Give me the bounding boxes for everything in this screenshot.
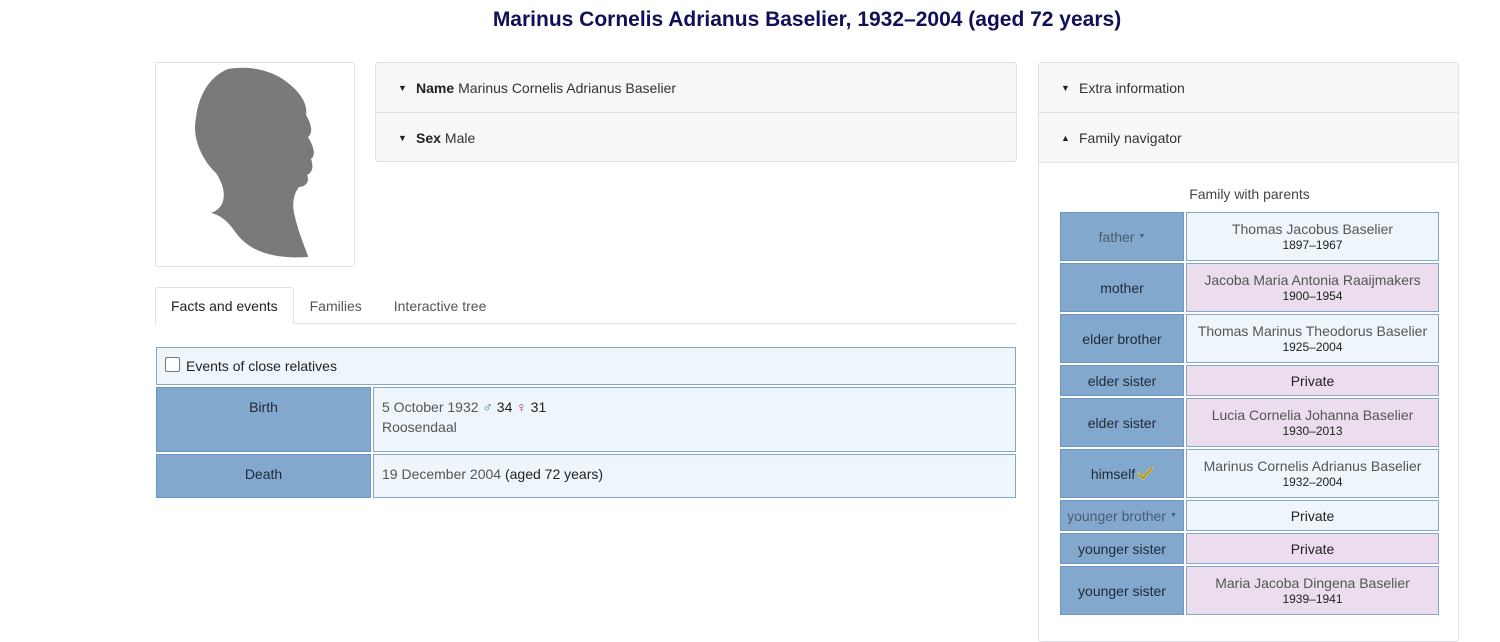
- summary-accordion: ▼ Name Marinus Cornelis Adrianus Baselie…: [375, 62, 1017, 162]
- name-value: Marinus Cornelis Adrianus Baselier: [458, 79, 677, 96]
- person-name[interactable]: Thomas Jacobus Baselier: [1232, 221, 1393, 237]
- death-age: (aged 72 years): [504, 466, 604, 482]
- birth-label: Birth: [156, 387, 371, 452]
- mother-age: 31: [530, 399, 547, 415]
- person-dates: 1897–1967: [1282, 238, 1343, 252]
- person-name[interactable]: Lucia Cornelia Johanna Baselier: [1212, 407, 1414, 423]
- role-mother: mother: [1060, 263, 1184, 312]
- person-card: Private: [1186, 533, 1439, 564]
- page-title: Marinus Cornelis Adrianus Baselier, 1932…: [492, 8, 1122, 31]
- female-icon: ♀: [516, 399, 527, 415]
- caret-down-icon: ▼: [398, 82, 407, 93]
- family-member-row: elder sister Private: [1060, 365, 1439, 396]
- name-row[interactable]: ▼ Name Marinus Cornelis Adrianus Baselie…: [376, 63, 1016, 113]
- close-relatives-label[interactable]: Events of close relatives: [186, 358, 337, 374]
- death-date[interactable]: 19 December 2004: [382, 466, 501, 482]
- family-navigator-label: Family navigator: [1079, 129, 1182, 146]
- individual-image[interactable]: [155, 62, 355, 267]
- person-card[interactable]: Marinus Cornelis Adrianus Baselier 1932–2…: [1186, 449, 1439, 498]
- checkmark-icon: [1138, 467, 1154, 480]
- sex-row[interactable]: ▼ Sex Male: [376, 113, 1016, 163]
- tab-bar: Facts and events Families Interactive tr…: [155, 287, 1017, 324]
- close-relatives-checkbox[interactable]: [165, 356, 180, 372]
- person-name[interactable]: Thomas Marinus Theodorus Baselier: [1198, 323, 1427, 339]
- person-name[interactable]: Maria Jacoba Dingena Baselier: [1215, 575, 1410, 591]
- person-name: Private: [1290, 540, 1335, 557]
- death-value: 19 December 2004 (aged 72 years): [373, 454, 1016, 498]
- death-label: Death: [156, 454, 371, 498]
- sidebar-panel: ▼ Extra information ▲ Family navigator F…: [1038, 62, 1459, 642]
- person-dates: 1900–1954: [1282, 289, 1343, 303]
- birth-place[interactable]: Roosendaal: [382, 419, 457, 435]
- person-name[interactable]: Marinus Cornelis Adrianus Baselier: [1204, 458, 1422, 474]
- caret-down-icon: ▼: [1061, 82, 1070, 93]
- family-member-row: younger brother ▼ Private: [1060, 500, 1439, 531]
- family-navigator-toggle[interactable]: ▲ Family navigator: [1039, 113, 1458, 163]
- family-member-row: younger sister Private: [1060, 533, 1439, 564]
- person-card: Private: [1186, 500, 1439, 531]
- role-elder-brother: elder brother: [1060, 314, 1184, 363]
- person-name: Private: [1290, 507, 1335, 524]
- person-card[interactable]: Thomas Jacobus Baselier 1897–1967: [1186, 212, 1439, 261]
- male-silhouette-icon: [194, 67, 314, 258]
- name-label: Name: [416, 79, 455, 96]
- birth-value: 5 October 1932 ♂ 34 ♀ 31 Roosendaal: [373, 387, 1016, 452]
- father-age: 34: [496, 399, 513, 415]
- death-row: Death 19 December 2004 (aged 72 years): [156, 454, 1016, 498]
- dropdown-icon: ▼: [1138, 233, 1146, 240]
- person-card[interactable]: Lucia Cornelia Johanna Baselier 1930–2013: [1186, 398, 1439, 447]
- extra-information-toggle[interactable]: ▼ Extra information: [1039, 63, 1458, 113]
- birth-row: Birth 5 October 1932 ♂ 34 ♀ 31 Roosendaa…: [156, 387, 1016, 452]
- close-relatives-row: Events of close relatives: [156, 347, 1016, 385]
- family-member-row: mother Jacoba Maria Antonia Raaijmakers 1…: [1060, 263, 1439, 312]
- caret-up-icon: ▲: [1061, 132, 1070, 143]
- family-member-row: younger sister Maria Jacoba Dingena Base…: [1060, 566, 1439, 615]
- tab-interactive-tree[interactable]: Interactive tree: [378, 287, 503, 323]
- extra-information-label: Extra information: [1079, 79, 1185, 96]
- person-dates: 1939–1941: [1282, 592, 1343, 606]
- person-dates: 1930–2013: [1282, 424, 1343, 438]
- tab-facts-and-events[interactable]: Facts and events: [155, 287, 294, 324]
- person-card[interactable]: Thomas Marinus Theodorus Baselier 1925–20…: [1186, 314, 1439, 363]
- role-younger-sister: younger sister: [1060, 566, 1184, 615]
- role-younger-brother[interactable]: younger brother ▼: [1060, 500, 1184, 531]
- family-title: Family with parents: [1189, 186, 1310, 202]
- tab-families[interactable]: Families: [294, 287, 378, 323]
- male-icon: ♂: [482, 399, 493, 415]
- family-member-row: himself Marinus Cornelis Adrianus Baseli…: [1060, 449, 1439, 498]
- family-member-row: father ▼ Thomas Jacobus Baselier 1897–1967: [1060, 212, 1439, 261]
- person-name[interactable]: Jacoba Maria Antonia Raaijmakers: [1204, 272, 1420, 288]
- person-card: Private: [1186, 365, 1439, 396]
- family-navigator-table: father ▼ Thomas Jacobus Baselier 1897–1967…: [1060, 212, 1439, 617]
- person-dates: 1932–2004: [1282, 475, 1343, 489]
- person-dates: 1925–2004: [1282, 340, 1343, 354]
- role-elder-sister: elder sister: [1060, 365, 1184, 396]
- sex-label: Sex: [416, 130, 441, 146]
- family-member-row: elder sister Lucia Cornelia Johanna Base…: [1060, 398, 1439, 447]
- person-card[interactable]: Jacoba Maria Antonia Raaijmakers 1900–195…: [1186, 263, 1439, 312]
- role-father[interactable]: father ▼: [1060, 212, 1184, 261]
- birth-date[interactable]: 5 October 1932: [382, 399, 479, 415]
- role-elder-sister: elder sister: [1060, 398, 1184, 447]
- role-himself: himself: [1060, 449, 1184, 498]
- role-younger-sister: younger sister: [1060, 533, 1184, 564]
- family-member-row: elder brother Thomas Marinus Theodorus B…: [1060, 314, 1439, 363]
- person-card[interactable]: Maria Jacoba Dingena Baselier 1939–1941: [1186, 566, 1439, 615]
- dropdown-icon: ▼: [1169, 512, 1177, 519]
- sex-value: Male: [444, 130, 476, 146]
- person-name: Private: [1290, 372, 1335, 389]
- caret-down-icon: ▼: [398, 133, 407, 143]
- facts-table: Events of close relatives Birth 5 Octobe…: [156, 347, 1016, 498]
